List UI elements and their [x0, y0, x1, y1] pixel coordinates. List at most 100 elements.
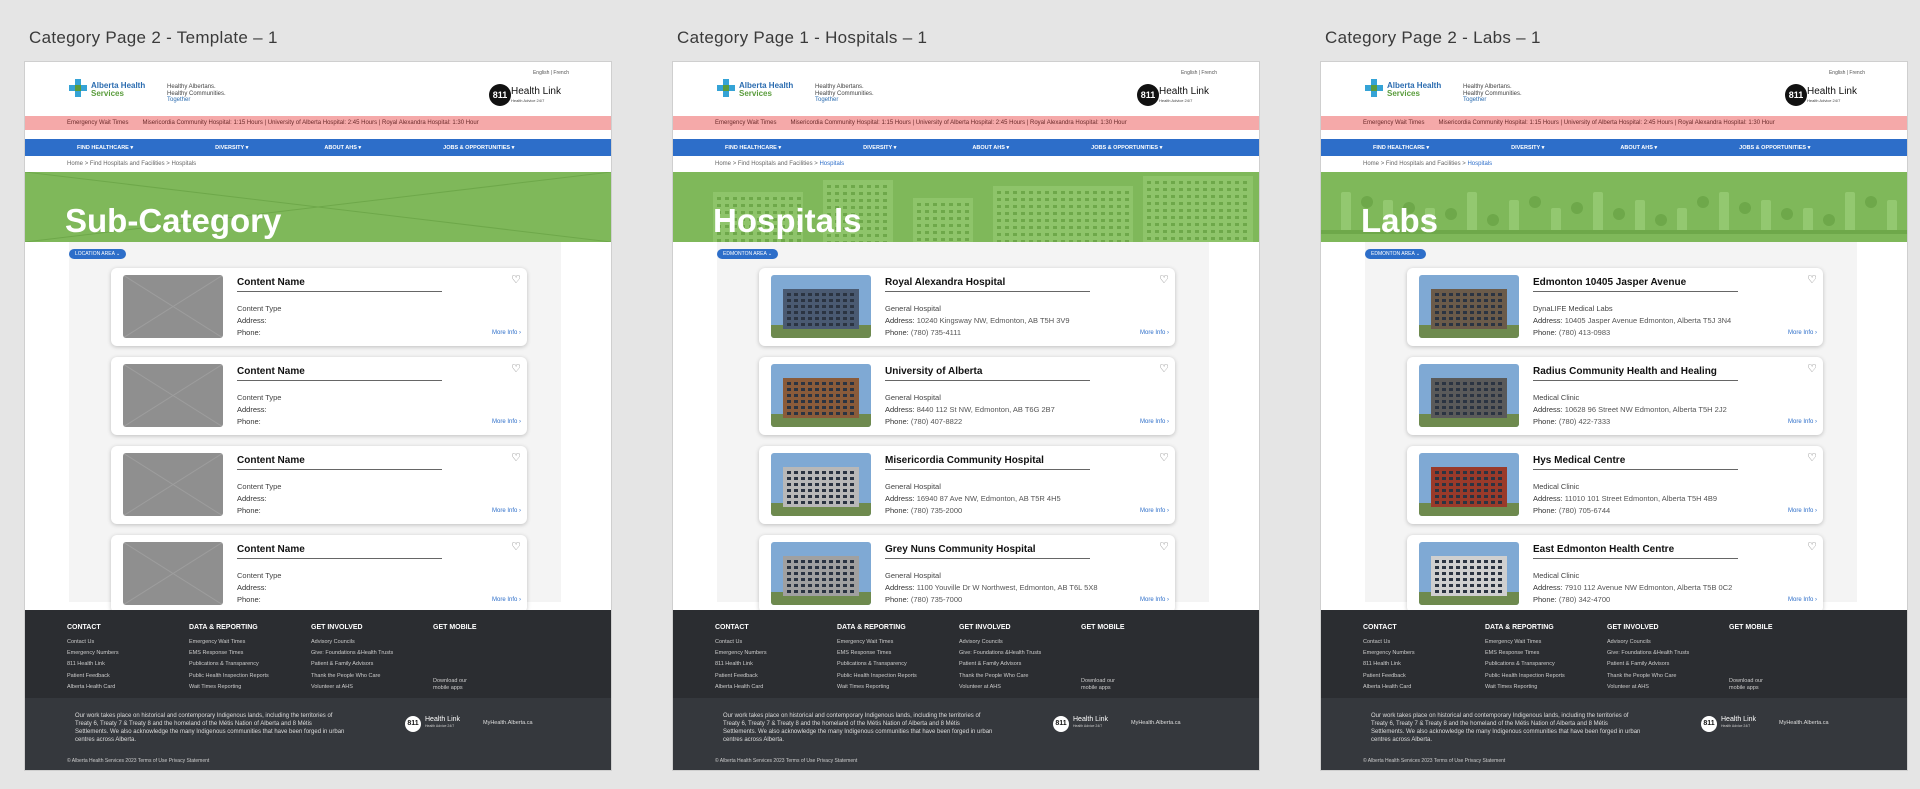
facility-name[interactable]: Misericordia Community Hospital [885, 455, 1044, 466]
facility-thumbnail[interactable] [771, 542, 871, 605]
facility-name[interactable]: Edmonton 10405 Jasper Avenue [1533, 277, 1686, 288]
footer-health-link[interactable]: Health Link Health Advice 24/7 [1721, 716, 1756, 730]
facility-name[interactable]: Grey Nuns Community Hospital [885, 544, 1036, 555]
footer-link[interactable]: Alberta Health Card [67, 684, 119, 690]
nav-item[interactable]: FIND HEALTHCARE ▾ [77, 145, 133, 151]
favorite-heart-icon[interactable]: ♡ [1807, 362, 1817, 375]
facility-card[interactable]: Royal Alexandra Hospital General Hospita… [759, 268, 1175, 346]
health-link-811-icon[interactable]: 811 [489, 84, 511, 106]
more-info-link[interactable]: More Info › [1788, 330, 1817, 336]
footer-link[interactable]: 811 Health Link [1363, 661, 1415, 667]
facility-name[interactable]: Content Name [237, 277, 305, 288]
facility-thumbnail[interactable] [771, 453, 871, 516]
more-info-link[interactable]: More Info › [492, 419, 521, 425]
facility-card[interactable]: Edmonton 10405 Jasper Avenue DynaLIFE Me… [1407, 268, 1823, 346]
facility-thumbnail[interactable] [1419, 542, 1519, 605]
footer-link[interactable]: Emergency Wait Times [1485, 639, 1565, 645]
footer-811-icon[interactable]: 811 [1053, 716, 1069, 732]
facility-name[interactable]: Royal Alexandra Hospital [885, 277, 1005, 288]
facility-thumbnail[interactable] [1419, 275, 1519, 338]
ahs-logo-icon[interactable] [1365, 79, 1383, 97]
footer-link[interactable]: Patient & Family Advisors [1607, 661, 1689, 667]
facility-thumbnail[interactable] [123, 364, 223, 427]
facility-name[interactable]: Content Name [237, 366, 305, 377]
nav-item[interactable]: ABOUT AHS ▾ [324, 145, 361, 151]
breadcrumb-home[interactable]: Home [67, 161, 83, 167]
health-link-811-icon[interactable]: 811 [1137, 84, 1159, 106]
more-info-link[interactable]: More Info › [1788, 508, 1817, 514]
myhealth-link[interactable]: MyHealth.Alberta.ca [1131, 720, 1181, 726]
facility-name[interactable]: Content Name [237, 544, 305, 555]
favorite-heart-icon[interactable]: ♡ [511, 273, 521, 286]
footer-811-icon[interactable]: 811 [1701, 716, 1717, 732]
facility-name[interactable]: Hys Medical Centre [1533, 455, 1625, 466]
favorite-heart-icon[interactable]: ♡ [511, 540, 521, 553]
footer-link[interactable]: Advisory Councils [959, 639, 1041, 645]
footer-link[interactable]: Patient Feedback [715, 673, 767, 679]
facility-card[interactable]: Misericordia Community Hospital General … [759, 446, 1175, 524]
footer-link[interactable]: EMS Response Times [1485, 650, 1565, 656]
language-switch[interactable]: English | French [1829, 70, 1865, 76]
facility-card[interactable]: East Edmonton Health Centre Medical Clin… [1407, 535, 1823, 613]
more-info-link[interactable]: More Info › [1140, 330, 1169, 336]
nav-item[interactable]: DIVERSITY ▾ [863, 145, 896, 151]
facility-thumbnail[interactable] [1419, 453, 1519, 516]
health-link-label[interactable]: Health Link Health Advice 24/7 [1807, 87, 1857, 105]
nav-item[interactable]: JOBS & OPPORTUNITIES ▾ [1739, 145, 1810, 151]
facility-thumbnail[interactable] [771, 364, 871, 427]
more-info-link[interactable]: More Info › [1140, 597, 1169, 603]
favorite-heart-icon[interactable]: ♡ [1807, 540, 1817, 553]
nav-item[interactable]: ABOUT AHS ▾ [972, 145, 1009, 151]
health-link-label[interactable]: Health Link Health Advice 24/7 [1159, 87, 1209, 105]
footer-health-link[interactable]: Health Link Health Advice 24/7 [1073, 716, 1108, 730]
facility-name[interactable]: East Edmonton Health Centre [1533, 544, 1674, 555]
nav-item[interactable]: DIVERSITY ▾ [215, 145, 248, 151]
nav-item[interactable]: FIND HEALTHCARE ▾ [725, 145, 781, 151]
breadcrumb-parent[interactable]: Find Hospitals and Facilities [738, 161, 813, 167]
language-switch[interactable]: English | French [533, 70, 569, 76]
location-filter-dropdown[interactable]: EDMONTON AREA ⌄ [1365, 249, 1427, 259]
nav-item[interactable]: DIVERSITY ▾ [1511, 145, 1544, 151]
footer-link[interactable]: Patient & Family Advisors [959, 661, 1041, 667]
footer-link[interactable]: Give: Foundations &Health Trusts [311, 650, 393, 656]
facility-card[interactable]: Hys Medical Centre Medical Clinic Addres… [1407, 446, 1823, 524]
footer-link[interactable]: EMS Response Times [189, 650, 269, 656]
footer-link[interactable]: Publications & Transparency [837, 661, 917, 667]
footer-link[interactable]: Thank the People Who Care [1607, 673, 1689, 679]
footer-link[interactable]: 811 Health Link [715, 661, 767, 667]
ahs-logo-icon[interactable] [717, 79, 735, 97]
footer-link[interactable]: Wait Times Reporting [189, 684, 269, 690]
favorite-heart-icon[interactable]: ♡ [1159, 451, 1169, 464]
facility-thumbnail[interactable] [1419, 364, 1519, 427]
myhealth-link[interactable]: MyHealth.Alberta.ca [1779, 720, 1829, 726]
facility-name[interactable]: University of Alberta [885, 366, 982, 377]
nav-item[interactable]: FIND HEALTHCARE ▾ [1373, 145, 1429, 151]
facility-thumbnail[interactable] [771, 275, 871, 338]
footer-link[interactable]: Patient Feedback [67, 673, 119, 679]
wait-times-banner[interactable]: Emergency Wait Times Misericordia Communi… [25, 116, 611, 130]
location-filter-dropdown[interactable]: EDMONTON AREA ⌄ [717, 249, 779, 259]
favorite-heart-icon[interactable]: ♡ [1159, 273, 1169, 286]
footer-link[interactable]: Advisory Councils [1607, 639, 1689, 645]
footer-link[interactable]: Contact Us [1363, 639, 1415, 645]
location-filter-dropdown[interactable]: LOCATION AREA ⌄ [69, 249, 127, 259]
nav-item[interactable]: JOBS & OPPORTUNITIES ▾ [443, 145, 514, 151]
facility-thumbnail[interactable] [123, 275, 223, 338]
facility-name[interactable]: Content Name [237, 455, 305, 466]
footer-link[interactable]: Contact Us [67, 639, 119, 645]
footer-link[interactable]: Give: Foundations &Health Trusts [959, 650, 1041, 656]
facility-card[interactable]: Content Name Content Type Address: Phone… [111, 357, 527, 435]
download-apps-link[interactable]: Download our mobile apps [1081, 678, 1115, 692]
footer-link[interactable]: Emergency Wait Times [837, 639, 917, 645]
wait-times-banner[interactable]: Emergency Wait Times Misericordia Communi… [673, 116, 1259, 130]
footer-health-link[interactable]: Health Link Health Advice 24/7 [425, 716, 460, 730]
ahs-logo-icon[interactable] [69, 79, 87, 97]
footer-link[interactable]: Emergency Numbers [67, 650, 119, 656]
favorite-heart-icon[interactable]: ♡ [1807, 273, 1817, 286]
facility-card[interactable]: Content Name Content Type Address: Phone… [111, 446, 527, 524]
more-info-link[interactable]: More Info › [492, 597, 521, 603]
more-info-link[interactable]: More Info › [1788, 419, 1817, 425]
footer-link[interactable]: Volunteer at AHS [311, 684, 393, 690]
more-info-link[interactable]: More Info › [1140, 419, 1169, 425]
footer-811-icon[interactable]: 811 [405, 716, 421, 732]
